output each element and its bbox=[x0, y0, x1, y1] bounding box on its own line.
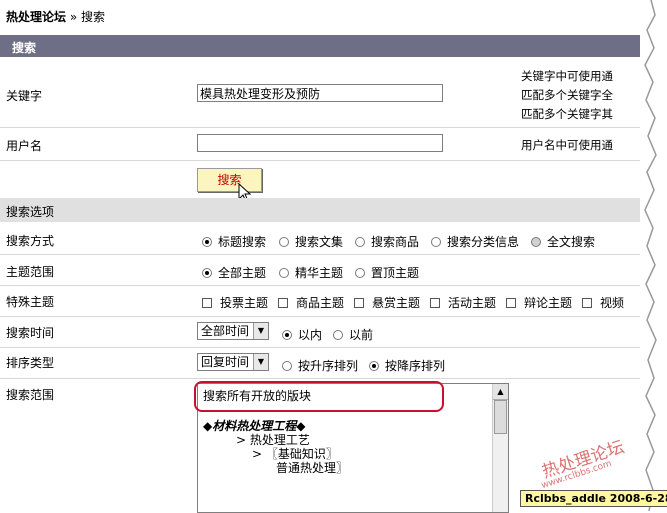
keyword-hint-1: 关键字中可使用通 bbox=[521, 69, 613, 83]
options-section-title: 搜索选项 bbox=[6, 205, 55, 219]
special-topic-video[interactable]: 视频 bbox=[582, 294, 624, 311]
checkbox-icon[interactable] bbox=[506, 297, 516, 308]
radio-icon[interactable] bbox=[333, 329, 343, 340]
radio-icon[interactable] bbox=[355, 267, 365, 278]
checkbox-icon[interactable] bbox=[202, 297, 212, 308]
radio-icon[interactable] bbox=[355, 236, 365, 247]
topic-scope-option-digest[interactable]: 精华主题 bbox=[279, 264, 343, 281]
breadcrumb: 热处理论坛 » 搜索 bbox=[6, 8, 105, 25]
search-mode-option-title[interactable]: 标题搜索 bbox=[202, 233, 266, 250]
sort-field-select[interactable]: 回复时间 ▼ bbox=[197, 353, 269, 371]
breadcrumb-forum-link[interactable]: 热处理论坛 bbox=[6, 10, 66, 24]
sort-type-row: 排序类型 回复时间 ▼ 按升序排列 按降序排列 bbox=[0, 348, 640, 379]
search-scope-label: 搜索范围 bbox=[6, 388, 55, 402]
sort-order-option-desc[interactable]: 按降序排列 bbox=[369, 357, 445, 374]
search-time-select[interactable]: 全部时间 ▼ bbox=[197, 322, 269, 340]
radio-icon[interactable] bbox=[279, 236, 289, 247]
username-input[interactable] bbox=[197, 134, 443, 152]
radio-icon[interactable] bbox=[531, 236, 541, 247]
checkbox-icon[interactable] bbox=[278, 297, 288, 308]
topic-scope-option-sticky[interactable]: 置顶主题 bbox=[355, 264, 419, 281]
chevron-down-icon[interactable]: ▼ bbox=[253, 354, 268, 370]
special-topic-goods[interactable]: 商品主题 bbox=[278, 294, 344, 311]
keyword-label: 关键字 bbox=[6, 89, 43, 103]
search-mode-option-collection[interactable]: 搜索文集 bbox=[279, 233, 343, 250]
search-time-option-within[interactable]: 以内 bbox=[282, 326, 322, 343]
search-header-title: 搜索 bbox=[12, 41, 37, 55]
checkbox-icon[interactable] bbox=[430, 297, 440, 308]
highlight-annotation bbox=[194, 381, 444, 412]
search-time-option-before[interactable]: 以前 bbox=[333, 326, 373, 343]
search-header: 搜索 bbox=[0, 35, 640, 57]
torn-edge-decoration bbox=[644, 0, 667, 511]
chevron-down-icon[interactable]: ▼ bbox=[253, 323, 268, 339]
radio-icon[interactable] bbox=[369, 360, 379, 371]
sort-order-option-asc[interactable]: 按升序排列 bbox=[282, 357, 358, 374]
special-topics-row: 特殊主题 投票主题 商品主题 悬赏主题 活动主题 辩论主题 视频 bbox=[0, 286, 640, 317]
credit-label: Rclbbs_addle 2008-6-28 bbox=[520, 490, 667, 507]
keyword-hint-2: 匹配多个关键字全 bbox=[521, 88, 613, 102]
keyword-row: 关键字 模具热处理变形及预防 关键字中可使用通 匹配多个关键字全 匹配多个关键字… bbox=[0, 57, 640, 128]
search-time-label: 搜索时间 bbox=[6, 326, 55, 340]
search-mode-option-fulltext[interactable]: 全文搜索 bbox=[531, 233, 595, 250]
breadcrumb-separator: » bbox=[69, 10, 78, 24]
search-button[interactable]: 搜索 bbox=[197, 168, 262, 192]
search-mode-option-classified[interactable]: 搜索分类信息 bbox=[431, 233, 519, 250]
checkbox-icon[interactable] bbox=[354, 297, 364, 308]
special-topics-label: 特殊主题 bbox=[6, 295, 55, 309]
radio-icon[interactable] bbox=[431, 236, 441, 247]
radio-icon[interactable] bbox=[282, 360, 292, 371]
keyword-input[interactable]: 模具热处理变形及预防 bbox=[197, 84, 443, 102]
special-topic-reward[interactable]: 悬赏主题 bbox=[354, 294, 420, 311]
breadcrumb-current: 搜索 bbox=[81, 10, 106, 24]
topic-scope-option-all[interactable]: 全部主题 bbox=[202, 264, 266, 281]
radio-icon[interactable] bbox=[202, 267, 212, 278]
sort-type-label: 排序类型 bbox=[6, 356, 55, 370]
list-item[interactable]: 普通热处理〗 bbox=[276, 459, 348, 476]
scroll-up-icon[interactable]: ▲ bbox=[493, 384, 508, 400]
special-topic-activity[interactable]: 活动主题 bbox=[430, 294, 496, 311]
search-mode-row: 搜索方式 标题搜索 搜索文集 搜索商品 搜索分类信息 全文搜索 bbox=[0, 223, 640, 255]
search-mode-option-goods[interactable]: 搜索商品 bbox=[355, 233, 419, 250]
search-mode-label: 搜索方式 bbox=[6, 234, 55, 248]
checkbox-icon[interactable] bbox=[582, 297, 592, 308]
search-button-row bbox=[0, 161, 640, 197]
username-label: 用户名 bbox=[6, 139, 43, 153]
radio-icon[interactable] bbox=[282, 329, 292, 340]
radio-icon[interactable] bbox=[202, 236, 212, 247]
topic-scope-label: 主题范围 bbox=[6, 265, 55, 279]
radio-icon[interactable] bbox=[279, 267, 289, 278]
listbox-scrollbar[interactable]: ▲ bbox=[492, 384, 508, 512]
keyword-hint-3: 匹配多个关键字其 bbox=[521, 107, 613, 121]
scrollbar-thumb[interactable] bbox=[494, 400, 507, 434]
search-time-row: 搜索时间 全部时间 ▼ 以内 以前 bbox=[0, 317, 640, 348]
options-section-header: 搜索选项 bbox=[0, 198, 640, 222]
special-topic-debate[interactable]: 辩论主题 bbox=[506, 294, 572, 311]
username-row: 用户名 用户名中可使用通 bbox=[0, 128, 640, 161]
username-hint: 用户名中可使用通 bbox=[521, 138, 613, 152]
topic-scope-row: 主题范围 全部主题 精华主题 置顶主题 bbox=[0, 255, 640, 286]
special-topic-poll[interactable]: 投票主题 bbox=[202, 294, 268, 311]
